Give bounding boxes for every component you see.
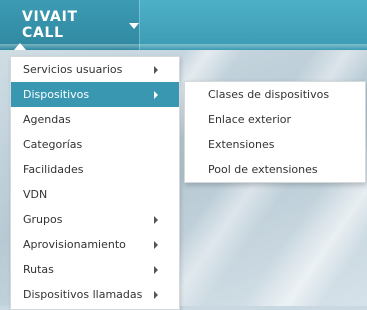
submenu-item-enlace-exterior[interactable]: Enlace exterior [185, 107, 365, 132]
main-dropdown-menu: Servicios usuarios Dispositivos Agendas … [10, 56, 180, 310]
menu-item-grupos[interactable]: Grupos [11, 207, 179, 232]
menu-item-label: Rutas [23, 263, 54, 276]
menu-item-label: Servicios usuarios [23, 63, 123, 76]
menu-item-label: Agendas [23, 113, 71, 126]
chevron-right-icon [154, 91, 158, 99]
chevron-right-icon [154, 66, 158, 74]
submenu-item-clases-de-dispositivos[interactable]: Clases de dispositivos [185, 82, 365, 107]
dispositivos-submenu: Clases de dispositivos Enlace exterior E… [184, 81, 366, 183]
menu-item-dispositivos-llamadas[interactable]: Dispositivos llamadas [11, 282, 179, 307]
menu-item-vdn[interactable]: VDN [11, 182, 179, 207]
menu-item-label: Dispositivos llamadas [23, 288, 143, 301]
menu-item-label: Dispositivos [23, 88, 90, 101]
menu-item-label: VDN [23, 188, 48, 201]
menu-item-agendas[interactable]: Agendas [11, 107, 179, 132]
dropdown-pointer [14, 43, 26, 50]
chevron-right-icon [154, 291, 158, 299]
chevron-right-icon [154, 241, 158, 249]
menu-item-label: Aprovisionamiento [23, 238, 126, 251]
menu-item-rutas[interactable]: Rutas [11, 257, 179, 282]
caret-down-icon [129, 22, 139, 29]
chevron-right-icon [154, 266, 158, 274]
menu-item-label: Facilidades [23, 163, 84, 176]
submenu-item-pool-de-extensiones[interactable]: Pool de extensiones [185, 157, 365, 182]
menu-item-aprovisionamiento[interactable]: Aprovisionamiento [11, 232, 179, 257]
submenu-item-extensiones[interactable]: Extensiones [185, 132, 365, 157]
menu-item-label: Grupos [23, 213, 63, 226]
chevron-right-icon [154, 216, 158, 224]
brand-label: VIVAIT CALL [22, 9, 78, 41]
menu-item-label: Categorías [23, 138, 83, 151]
menu-item-servicios-usuarios[interactable]: Servicios usuarios [11, 57, 179, 82]
menu-item-dispositivos[interactable]: Dispositivos [11, 82, 179, 107]
menu-item-facilidades[interactable]: Facilidades [11, 157, 179, 182]
menu-item-categorias[interactable]: Categorías [11, 132, 179, 157]
topbar-divider [139, 0, 140, 50]
top-navigation-bar: VIVAIT CALL [0, 0, 367, 50]
